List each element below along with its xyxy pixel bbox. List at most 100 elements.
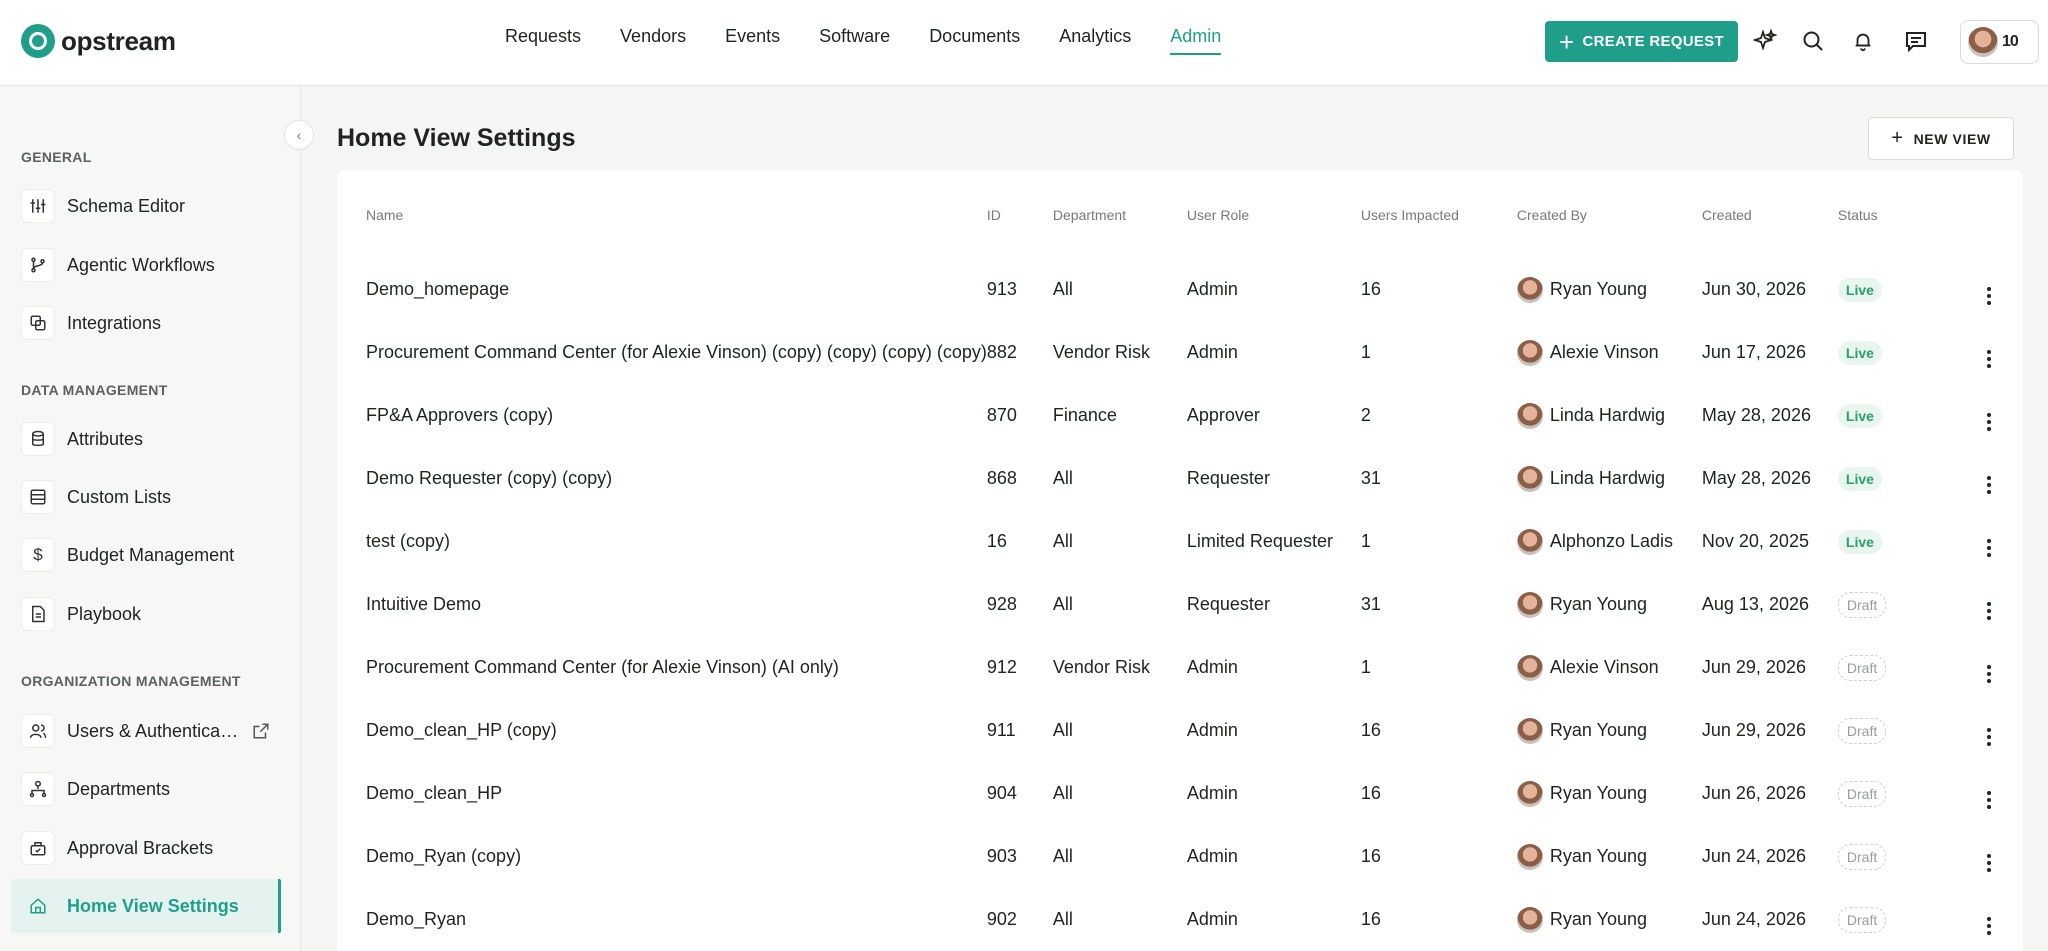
- created-by-wrapper: Alexie Vinson: [1516, 339, 1702, 366]
- sidebar-item-approval-brackets[interactable]: Approval Brackets: [11, 821, 281, 875]
- nav-vendors[interactable]: Vendors: [620, 26, 686, 55]
- section-data-management: DATA MANAGEMENT: [21, 382, 168, 398]
- created-by-wrapper: Ryan Young: [1516, 906, 1702, 933]
- column-header-user-role[interactable]: User Role: [1187, 170, 1361, 258]
- nav-requests[interactable]: Requests: [505, 26, 581, 55]
- table-row[interactable]: test (copy) 16 All Limited Requester 1 Alphon…: [337, 510, 2023, 573]
- table-row[interactable]: Demo_Ryan (copy) 903 All Admin 16 Ryan Young J…: [337, 825, 2023, 888]
- sidebar-item-users-authentications[interactable]: Users & Authentications: [11, 704, 281, 758]
- table-row[interactable]: Procurement Command Center (for Alexie V…: [337, 636, 2023, 699]
- column-header-created[interactable]: Created: [1702, 170, 1838, 258]
- cell-department: All: [1052, 783, 1073, 803]
- opstream-logo[interactable]: opstream: [21, 23, 176, 59]
- sparkle-icon[interactable]: [1752, 28, 1778, 54]
- more-options-icon[interactable]: [1986, 349, 1991, 368]
- more-options-icon[interactable]: [1986, 790, 1991, 809]
- create-request-button[interactable]: + CREATE REQUEST: [1545, 21, 1738, 62]
- cell-created: May 28, 2026: [1701, 405, 1811, 425]
- created-by-wrapper: Ryan Young: [1516, 591, 1702, 618]
- avatar: [1516, 339, 1543, 366]
- nav-admin[interactable]: Admin: [1170, 26, 1222, 55]
- nav-events[interactable]: Events: [725, 26, 780, 55]
- external-link-icon[interactable]: [252, 722, 270, 740]
- plus-icon: +: [1559, 26, 1575, 57]
- more-options-icon[interactable]: [1986, 538, 1991, 557]
- column-header-created-by[interactable]: Created By: [1517, 170, 1702, 258]
- top-navigation-bar: opstream Requests Vendors Events Softwar…: [0, 0, 2048, 86]
- cell-id: 903: [986, 846, 1017, 866]
- chat-icon[interactable]: [1903, 28, 1929, 54]
- table-row[interactable]: Intuitive Demo 928 All Requester 31 Ryan Youn…: [337, 573, 2023, 636]
- table-row[interactable]: Demo_Ryan 902 All Admin 16 Ryan Young Jun 24, …: [337, 888, 2023, 951]
- hierarchy-icon: [21, 772, 55, 806]
- users-icon: [21, 714, 55, 748]
- sidebar-item-integrations[interactable]: Integrations: [11, 296, 281, 350]
- table-row[interactable]: FP&A Approvers (copy) 870 Finance Approver 2…: [337, 384, 2023, 447]
- sidebar-item-playbook[interactable]: Playbook: [11, 587, 281, 641]
- column-header-id[interactable]: ID: [987, 170, 1053, 258]
- table-row[interactable]: Demo_clean_HP (copy) 911 All Admin 16 Ryan Yo…: [337, 699, 2023, 762]
- sidebar-item-departments[interactable]: Departments: [11, 762, 281, 816]
- cell-user-role: Requester: [1186, 468, 1270, 488]
- user-menu[interactable]: 10: [1960, 20, 2039, 64]
- cell-name: Intuitive Demo: [366, 594, 482, 614]
- avatar: [1516, 528, 1543, 555]
- brand-name: opstream: [61, 25, 176, 56]
- column-header-status[interactable]: Status: [1838, 170, 1948, 258]
- cell-created-by: Alphonzo Ladis: [1516, 510, 1702, 573]
- logo-mark-icon: [21, 24, 55, 58]
- more-options-icon[interactable]: [1986, 853, 1991, 872]
- more-options-icon[interactable]: [1986, 412, 1991, 431]
- more-options-icon[interactable]: [1986, 286, 1991, 305]
- views-table-card: Name ID Department User Role Users Impac…: [337, 170, 2023, 951]
- more-options-icon[interactable]: [1986, 601, 1991, 620]
- table-row[interactable]: Procurement Command Center (for Alexie V…: [337, 321, 2023, 384]
- sidebar-item-attributes[interactable]: Attributes: [11, 412, 281, 466]
- table-row[interactable]: Demo_homepage 913 All Admin 16 Ryan Young Jun …: [337, 258, 2023, 321]
- more-options-icon[interactable]: [1986, 475, 1991, 494]
- sidebar-item-label: Home View Settings: [67, 895, 239, 916]
- approval-icon: [21, 831, 55, 865]
- cell-department: Vendor Risk: [1052, 342, 1150, 362]
- cell-users-impacted: 1: [1360, 531, 1371, 551]
- more-options-icon[interactable]: [1986, 664, 1991, 683]
- cell-users-impacted: 31: [1360, 594, 1381, 614]
- cell-user-role: Admin: [1186, 657, 1238, 677]
- sidebar-item-custom-lists[interactable]: Custom Lists: [11, 470, 281, 524]
- more-options-icon[interactable]: [1986, 916, 1991, 935]
- column-header-users-impacted[interactable]: Users Impacted: [1361, 170, 1517, 258]
- sidebar-item-label: Integrations: [67, 312, 162, 333]
- cell-department: All: [1052, 468, 1073, 488]
- sidebar-item-agentic-workflows[interactable]: Agentic Workflows: [11, 238, 281, 292]
- collapse-sidebar-button[interactable]: ‹: [284, 120, 314, 150]
- cell-id: 902: [986, 909, 1017, 929]
- sidebar-item-budget-management[interactable]: $ Budget Management: [11, 528, 281, 582]
- cell-id: 912: [986, 657, 1017, 677]
- nav-analytics[interactable]: Analytics: [1059, 26, 1131, 55]
- sidebar-item-schema-editor[interactable]: Schema Editor: [11, 179, 281, 233]
- chevron-left-icon: ‹: [296, 127, 302, 143]
- search-icon[interactable]: [1800, 28, 1826, 54]
- nav-software[interactable]: Software: [819, 26, 890, 55]
- nav-documents[interactable]: Documents: [929, 26, 1020, 55]
- integration-icon: [21, 306, 55, 340]
- cell-created: Nov 20, 2025: [1701, 531, 1809, 551]
- cell-id: 911: [986, 720, 1016, 740]
- cell-name: Demo_homepage: [366, 279, 510, 299]
- sidebar-item-home-view-settings[interactable]: Home View Settings: [11, 879, 281, 933]
- new-view-button[interactable]: + NEW VIEW: [1868, 117, 2014, 160]
- cell-name: Procurement Command Center (for Alexie V…: [366, 342, 987, 362]
- column-header-department[interactable]: Department: [1053, 170, 1187, 258]
- cell-actions: [1948, 825, 2023, 888]
- column-header-name[interactable]: Name: [337, 170, 987, 258]
- branch-icon: [21, 248, 55, 282]
- sidebar-item-label: Custom Lists: [67, 486, 172, 507]
- table-row[interactable]: Demo_clean_HP 904 All Admin 16 Ryan Young Jun …: [337, 762, 2023, 825]
- cell-id: 868: [986, 468, 1017, 488]
- cell-department: All: [1052, 594, 1073, 614]
- more-options-icon[interactable]: [1986, 727, 1991, 746]
- table-row[interactable]: Demo Requester (copy) (copy) 868 All Reques…: [337, 447, 2023, 510]
- cell-department: All: [1052, 531, 1073, 551]
- bell-icon[interactable]: [1850, 28, 1876, 54]
- sidebar-item-label: Users & Authentications: [67, 720, 242, 741]
